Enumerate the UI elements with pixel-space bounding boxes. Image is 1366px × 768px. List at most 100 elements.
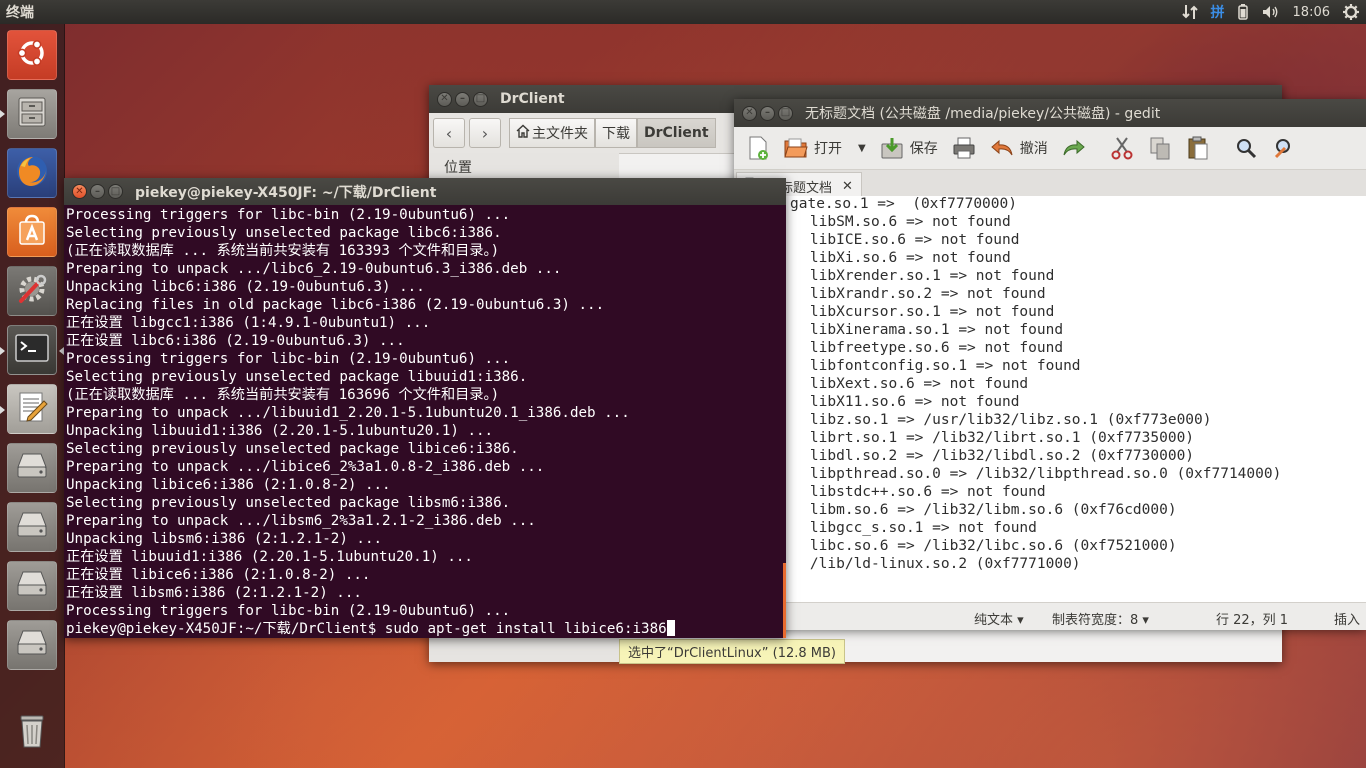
print-button[interactable] [948, 136, 980, 160]
gedit-titlebar[interactable]: ✕ – □ 无标题文档 (公共磁盘 /media/piekey/公共磁盘) - … [734, 99, 1366, 127]
insert-mode: 插入 [1334, 613, 1361, 628]
editor-line: libSM.so.6 => not found [775, 214, 1011, 230]
drive-4-launcher-button[interactable] [7, 620, 57, 670]
terminal-scrollbar[interactable] [783, 563, 786, 638]
terminal-line: Unpacking libuuid1:i386 (2.20.1-5.1ubunt… [66, 423, 494, 439]
undo-button[interactable]: 撤消 [986, 136, 1052, 160]
folder-open-icon [784, 136, 808, 160]
window-title: 无标题文档 (公共磁盘 /media/piekey/公共磁盘) - gedit [805, 106, 1161, 122]
terminal-line: 正在设置 libsm6:i386 (2:1.2.1-2) ... [66, 585, 362, 601]
open-dropdown-icon[interactable]: ▼ [858, 143, 866, 154]
session-gear-icon[interactable] [1336, 0, 1366, 24]
terminal-line: Selecting previously unselected package … [66, 225, 502, 241]
gedit-window: ✕ – □ 无标题文档 (公共磁盘 /media/piekey/公共磁盘) - … [734, 99, 1366, 630]
editor-line: libpthread.so.0 => /lib32/libpthread.so.… [775, 466, 1282, 482]
close-tab-icon[interactable]: ✕ [842, 179, 853, 194]
replace-button[interactable] [1268, 136, 1300, 160]
drive-2-launcher-button[interactable] [7, 502, 57, 552]
terminal-prompt-line[interactable]: piekey@piekey-X450JF:~/下载/DrClient$ sudo… [66, 620, 675, 638]
active-app-title: 终端 [6, 5, 34, 21]
terminal-line: Unpacking libc6:i386 (2.19-0ubuntu6.3) .… [66, 279, 425, 295]
hard-drive-icon [13, 449, 51, 487]
text-editor-launcher-button[interactable] [7, 384, 57, 434]
cut-button[interactable] [1106, 136, 1138, 160]
terminal-line: Processing triggers for libc-bin (2.19-0… [66, 603, 511, 619]
paste-button[interactable] [1182, 136, 1214, 160]
firefox-launcher-button[interactable] [7, 148, 57, 198]
open-button[interactable]: 打开 ▼ [780, 136, 870, 160]
battery-icon[interactable] [1231, 0, 1255, 24]
save-label: 保存 [909, 141, 938, 157]
search-replace-icon [1272, 136, 1296, 160]
back-button[interactable]: ‹ [433, 118, 465, 148]
trash-launcher-button[interactable] [7, 708, 57, 758]
redo-button[interactable] [1058, 136, 1090, 160]
maximize-button[interactable]: □ [108, 184, 123, 199]
terminal-line: Preparing to unpack .../libice6_2%3a1.0.… [66, 459, 545, 475]
terminal-line: Processing triggers for libc-bin (2.19-0… [66, 351, 511, 367]
selection-status: 选中了“DrClientLinux” (12.8 MB) [619, 639, 845, 664]
undo-label: 撤消 [1019, 141, 1048, 157]
hard-drive-icon [13, 508, 51, 546]
breadcrumb-downloads[interactable]: 下载 [595, 118, 637, 148]
redo-arrow-icon [1062, 136, 1086, 160]
editor-line: libXi.so.6 => not found [775, 250, 1011, 266]
terminal-line: Processing triggers for libc-bin (2.19-0… [66, 207, 511, 223]
terminal-icon [13, 330, 51, 370]
drive-1-launcher-button[interactable] [7, 443, 57, 493]
terminal-line: 正在设置 libice6:i386 (2:1.0.8-2) ... [66, 567, 371, 583]
clock[interactable]: 18:06 [1287, 0, 1336, 24]
minimize-button[interactable]: – [455, 91, 470, 107]
terminal-output[interactable]: Processing triggers for libc-bin (2.19-0… [64, 205, 786, 638]
document-tabs: 无标题文档 ✕ [734, 170, 1366, 199]
places-heading: 位置 [444, 160, 472, 176]
tab-width-selector[interactable]: 制表符宽度：8 ▾ [1052, 609, 1149, 628]
save-button[interactable]: 保存 [876, 136, 942, 160]
close-button[interactable]: ✕ [72, 184, 87, 199]
dash-button[interactable] [7, 30, 57, 80]
terminal-launcher-button[interactable] [7, 325, 57, 375]
software-center-launcher-button[interactable] [7, 207, 57, 257]
breadcrumb-drclient[interactable]: DrClient [637, 118, 716, 148]
terminal-line: Selecting previously unselected package … [66, 441, 519, 457]
printer-icon [952, 136, 976, 160]
close-button[interactable]: ✕ [437, 91, 452, 107]
new-document-icon [746, 136, 770, 160]
terminal-line: Preparing to unpack .../libuuid1_2.20.1-… [66, 405, 630, 421]
copy-button[interactable] [1144, 136, 1176, 160]
editor-line: /lib/ld-linux.so.2 (0xf7771000) [775, 556, 1081, 572]
editor-line: libgcc_s.so.1 => not found [775, 520, 1037, 536]
terminal-line: Selecting previously unselected package … [66, 369, 528, 385]
minimize-button[interactable]: – [760, 105, 775, 121]
editor-line: libstdc++.so.6 => not found [775, 484, 1046, 500]
syntax-mode-selector[interactable]: 纯文本 ▾ [974, 609, 1024, 628]
maximize-button[interactable]: □ [778, 105, 793, 121]
search-button[interactable] [1230, 136, 1262, 160]
terminal-line: (正在读取数据库 ... 系统当前共安装有 163696 个文件和目录。) [66, 387, 500, 403]
input-method-indicator[interactable]: 拼 [1205, 0, 1231, 24]
editor-line: librt.so.1 => /lib32/librt.so.1 (0xf7735… [775, 430, 1195, 446]
forward-button[interactable]: › [469, 118, 501, 148]
breadcrumb-home[interactable]: 主文件夹 [509, 118, 595, 148]
system-settings-launcher-button[interactable] [7, 266, 57, 316]
ubuntu-logo-icon [14, 35, 50, 75]
editor-line: libXext.so.6 => not found [775, 376, 1029, 392]
terminal-line: Unpacking libsm6:i386 (2:1.2.1-2) ... [66, 531, 383, 547]
network-icon[interactable] [1175, 0, 1205, 24]
drive-3-launcher-button[interactable] [7, 561, 57, 611]
text-editor-area[interactable]: gate.so.1 => (0xf7770000) libSM.so.6 => … [734, 196, 1366, 602]
editor-line: libdl.so.2 => /lib32/libdl.so.2 (0xf7730… [775, 448, 1195, 464]
terminal-line: Selecting previously unselected package … [66, 495, 511, 511]
volume-icon[interactable] [1255, 0, 1287, 24]
close-button[interactable]: ✕ [742, 105, 757, 121]
editor-line: libXcursor.so.1 => not found [775, 304, 1055, 320]
maximize-button[interactable]: □ [473, 91, 488, 107]
minimize-button[interactable]: – [90, 184, 105, 199]
terminal-titlebar[interactable]: ✕ – □ piekey@piekey-X450JF: ~/下载/DrClien… [64, 178, 786, 205]
files-launcher-button[interactable] [7, 89, 57, 139]
open-label: 打开 [814, 141, 842, 157]
text-editor-icon [14, 389, 50, 429]
terminal-line: Preparing to unpack .../libsm6_2%3a1.2.1… [66, 513, 536, 529]
text-cursor [666, 620, 675, 636]
new-document-button[interactable] [742, 136, 774, 160]
